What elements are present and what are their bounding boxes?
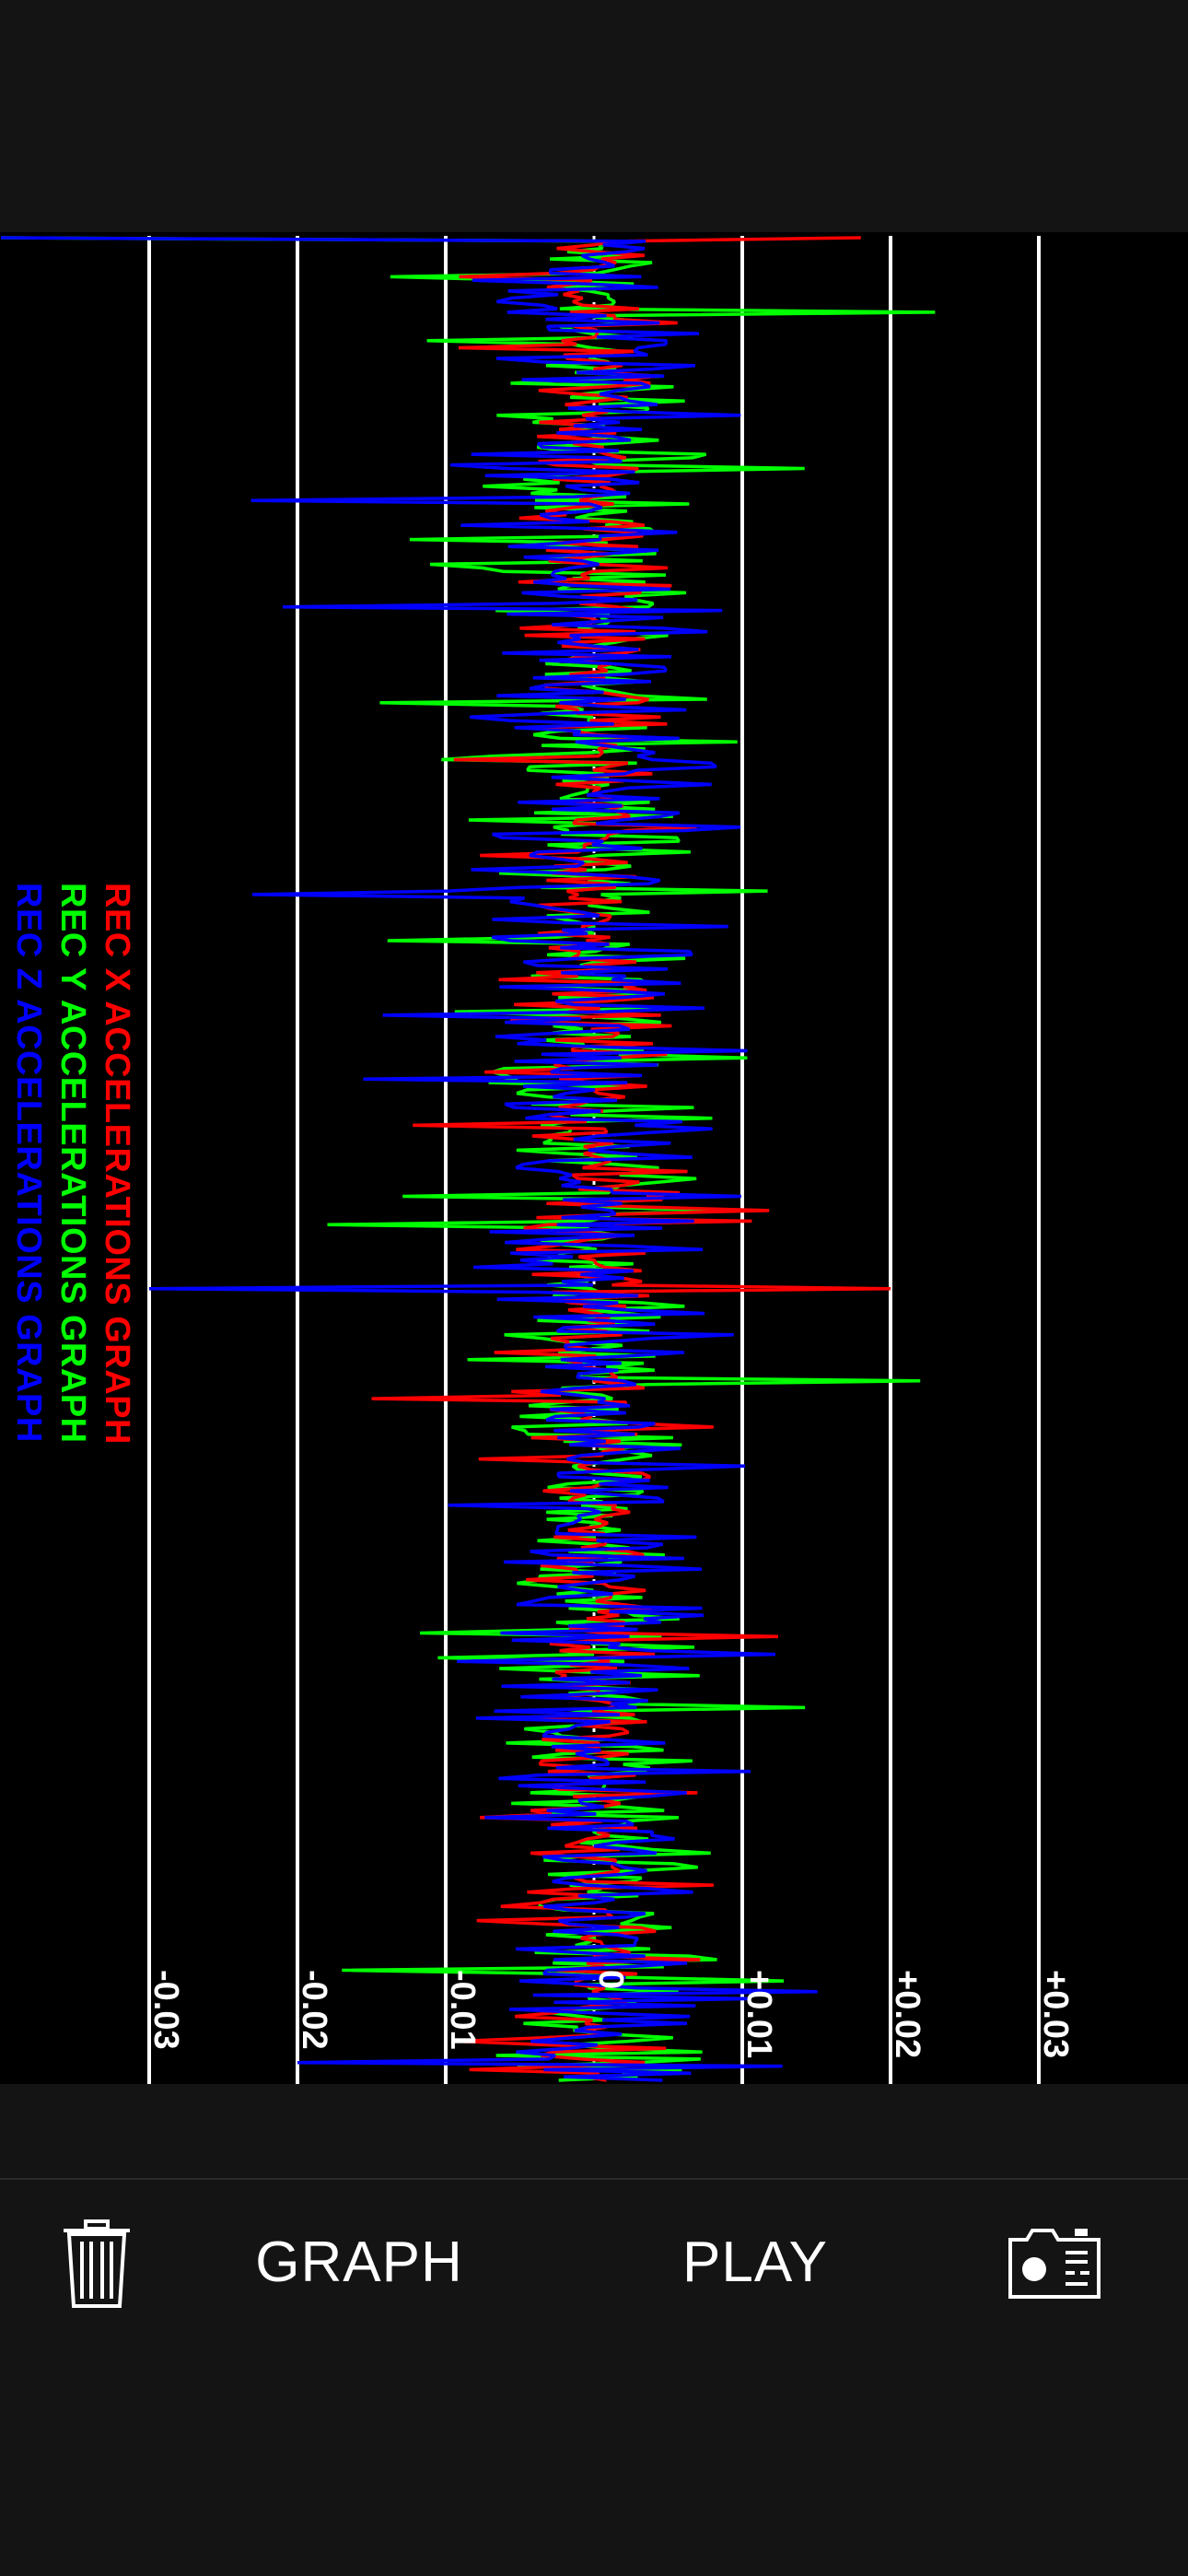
camera-button[interactable] [995, 2180, 1114, 2344]
legend-z: REC Z ACCELERATIONS GRAPH [9, 883, 48, 1443]
camera-icon [1008, 2229, 1101, 2299]
legend-y: REC Y ACCELERATIONS GRAPH [53, 883, 92, 1444]
tick-label-6: +0.03 [1036, 1970, 1075, 2058]
tick-label-3: 0 [591, 1970, 630, 1989]
tick-label-4: +0.01 [740, 1970, 778, 2058]
delete-button[interactable] [37, 2180, 157, 2344]
graph-button[interactable]: GRAPH [221, 2180, 497, 2344]
tick-label-0: -0.03 [146, 1970, 185, 2050]
plot-area: -0.03 -0.02 -0.01 0 +0.01 +0.02 +0.03 [0, 236, 1075, 2084]
trash-icon [64, 2219, 130, 2308]
play-button[interactable]: PLAY [645, 2180, 866, 2344]
legend-x: REC X ACCELERATIONS GRAPH [98, 883, 136, 1445]
series-line-y [0, 236, 936, 2082]
tick-label-5: +0.02 [888, 1970, 926, 2058]
acceleration-graph: -0.03 -0.02 -0.01 0 +0.01 +0.02 +0.03 REC X AC… [0, 232, 1188, 2084]
tick-label-1: -0.02 [295, 1970, 333, 2050]
legend: REC X ACCELERATIONS GRAPH REC Y ACCELERA… [7, 883, 136, 1564]
bottom-toolbar: GRAPH PLAY [0, 2178, 1188, 2344]
tick-label-2: -0.01 [443, 1970, 482, 2050]
